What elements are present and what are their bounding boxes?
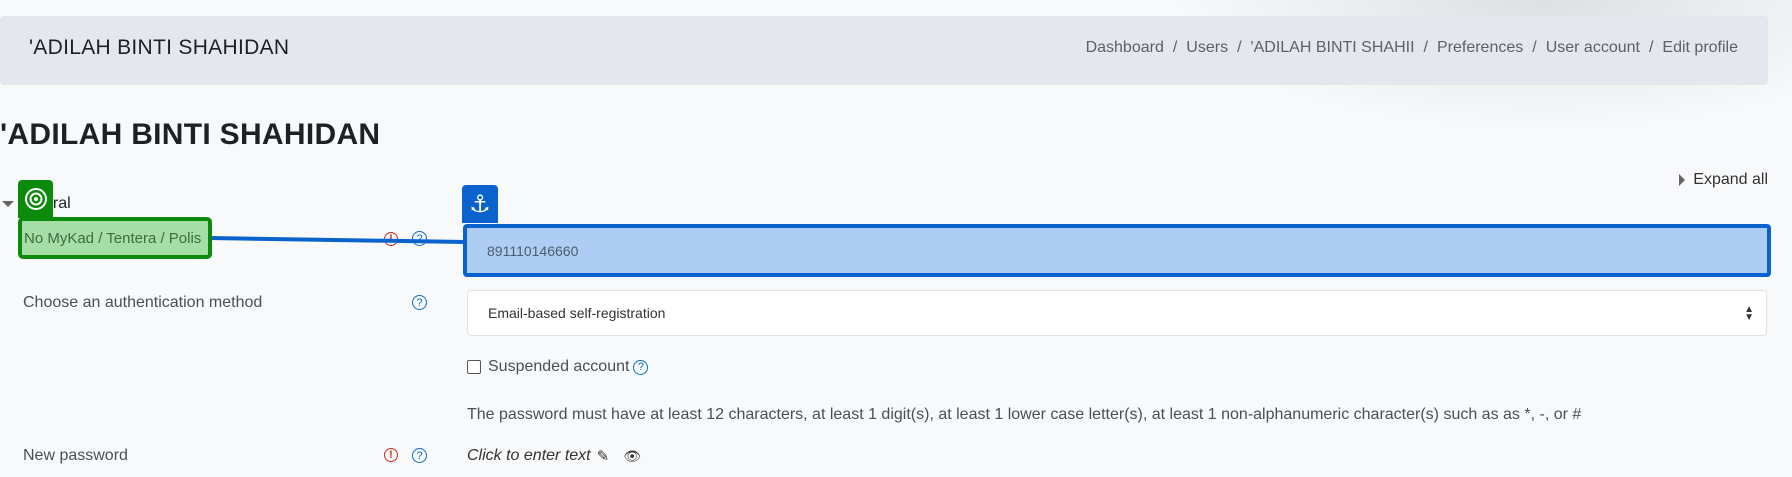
breadcrumb-users[interactable]: Users [1186,39,1228,57]
auth-method-select[interactable]: Email-based self-registration ▲ ▼ [467,290,1767,336]
password-policy-hint: The password must have at least 12 chara… [467,406,1582,423]
breadcrumb-user[interactable]: 'ADILAH BINTI SHAHII [1251,39,1415,57]
idnumber-label: No MyKad / Tentera / Polis [18,217,212,259]
breadcrumb: Dashboard / Users / 'ADILAH BINTI SHAHII… [1086,39,1738,57]
caret-down-icon [2,201,14,207]
idnumber-label-text: No MyKad / Tentera / Polis [24,229,202,247]
header-title: 'ADILAH BINTI SHAHIDAN [29,36,290,59]
auth-method-value: Email-based self-registration [488,305,666,321]
help-icon[interactable]: ? [412,231,427,246]
suspended-row: Suspended account ? [467,358,649,376]
page-header: 'ADILAH BINTI SHAHIDAN Dashboard / Users… [0,16,1768,85]
breadcrumb-separator: / [1172,39,1178,56]
idnumber-input[interactable]: 891110146660 [463,224,1771,277]
breadcrumb-current: Edit profile [1662,39,1738,56]
expand-all-link[interactable]: Expand all [1679,171,1768,189]
breadcrumb-separator: / [1532,39,1537,56]
suspended-checkbox[interactable] [467,360,481,374]
pencil-icon: ✎ [596,448,610,465]
auth-method-label: Choose an authentication method [23,294,263,311]
breadcrumb-separator: / [1237,39,1242,56]
new-password-editable[interactable]: Click to enter text ✎ 👁 [467,447,641,465]
help-icon[interactable]: ? [412,295,427,310]
required-icon: ! [384,448,398,462]
anchor-icon: ⚓ [462,185,498,223]
new-password-edit-text: Click to enter text [467,447,591,464]
suspended-label: Suspended account [488,358,630,375]
expand-all-label: Expand all [1693,171,1768,188]
breadcrumb-dashboard[interactable]: Dashboard [1086,39,1164,57]
select-arrows-icon: ▲ ▼ [1744,304,1754,323]
breadcrumb-user-account[interactable]: User account [1546,39,1640,57]
new-password-label: New password [23,447,128,464]
idnumber-value: 891110146660 [487,242,579,259]
required-icon: ! [384,232,398,246]
help-icon[interactable]: ? [412,448,427,463]
breadcrumb-separator: / [1648,39,1654,56]
page-title: 'ADILAH BINTI SHAHIDAN [0,118,381,151]
target-icon [18,180,53,218]
breadcrumb-separator: / [1423,39,1428,56]
breadcrumb-preferences[interactable]: Preferences [1437,39,1523,57]
help-icon[interactable]: ? [633,359,649,375]
caret-right-icon [1679,174,1686,186]
eye-icon[interactable]: 👁 [623,448,641,465]
